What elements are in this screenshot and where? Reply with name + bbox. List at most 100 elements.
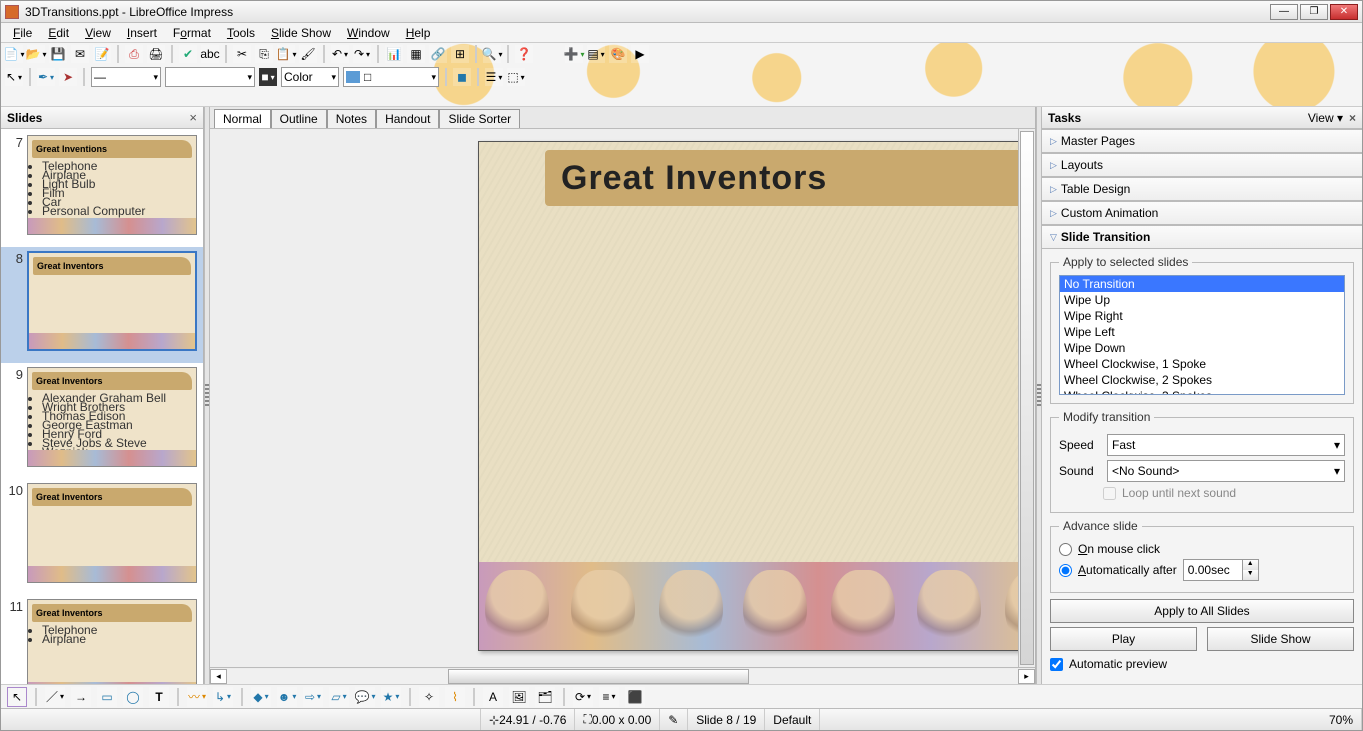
menu-format[interactable]: Format [165,24,219,42]
menu-slideshow[interactable]: Slide Show [263,24,339,42]
task-section-custom-animation[interactable]: ▷Custom Animation [1042,201,1362,225]
transition-list[interactable]: No TransitionWipe UpWipe RightWipe LeftW… [1059,275,1345,395]
fontwork-icon[interactable]: A [483,687,503,707]
tasks-panel-close-icon[interactable]: × [1349,111,1356,125]
open-icon[interactable]: 📂 [27,45,45,63]
line-width-select[interactable]: ▾ [165,67,255,87]
chart-icon[interactable]: 📊 [385,45,403,63]
zoom-icon[interactable]: 🔍 [483,45,501,63]
menu-window[interactable]: Window [339,24,398,42]
navigator-icon[interactable]: ⊞ [451,45,469,63]
spin-down-icon[interactable]: ▼ [1242,570,1258,580]
view-tab-slide-sorter[interactable]: Slide Sorter [439,109,520,128]
auto-after-radio[interactable] [1059,564,1072,577]
slideshow-button[interactable]: Slide Show [1207,627,1354,651]
arrow-style-icon[interactable]: ➤ [59,68,77,86]
play-button[interactable]: Play [1050,627,1197,651]
fill-type-select[interactable]: Color▾ [281,67,339,87]
gallery-icon[interactable]: 🗂 [535,687,555,707]
fill-color-select[interactable]: □▾ [343,67,439,87]
menu-tools[interactable]: Tools [219,24,263,42]
auto-preview-checkbox[interactable] [1050,658,1063,671]
print-icon[interactable]: 🖨 [147,45,165,63]
new-doc-icon[interactable]: 📄 [5,45,23,63]
task-section-table-design[interactable]: ▷Table Design [1042,177,1362,201]
rect-icon[interactable]: ▭ [97,687,117,707]
save-icon[interactable]: 💾 [49,45,67,63]
edit-doc-icon[interactable]: 📝 [93,45,111,63]
insert-slide-icon[interactable]: ➕ [565,45,583,63]
autospell-icon[interactable]: abc [201,45,219,63]
slide-title-bar[interactable]: Great Inventors [545,150,1035,206]
transition-option[interactable]: Wheel Clockwise, 1 Spoke [1060,356,1344,372]
minimize-button[interactable]: — [1270,4,1298,20]
status-sig[interactable]: ✎ [660,709,688,730]
menu-insert[interactable]: Insert [119,24,165,42]
slides-list[interactable]: 7Great InventionsTelephoneAirplaneLight … [1,129,203,684]
menu-file[interactable]: File [5,24,40,42]
task-section-master-pages[interactable]: ▷Master Pages [1042,129,1362,153]
symbol-shapes-icon[interactable]: ☻ [277,687,297,707]
view-tab-handout[interactable]: Handout [376,109,439,128]
rotate-icon[interactable]: ⟳ [573,687,593,707]
text-icon[interactable]: T [149,687,169,707]
spellcheck-icon[interactable]: ✔ [179,45,197,63]
transition-option[interactable]: Wheel Clockwise, 3 Spokes [1060,388,1344,395]
curve-icon[interactable]: 〰 [187,687,207,707]
menu-help[interactable]: Help [398,24,439,42]
slide-thumb-10[interactable]: 10Great Inventors [1,479,203,595]
slides-panel-close-icon[interactable]: × [189,110,197,125]
cut-icon[interactable]: ✂ [233,45,251,63]
help-icon[interactable]: ❓ [515,45,533,63]
transition-option[interactable]: Wipe Right [1060,308,1344,324]
format-paint-icon[interactable]: 🖌 [299,45,317,63]
paste-icon[interactable]: 📋 [277,45,295,63]
scroll-right-icon[interactable]: ▸ [1018,669,1035,684]
object-align-icon[interactable]: ☰ [485,68,503,86]
redo-icon[interactable]: ↷ [353,45,371,63]
status-zoom[interactable]: 70% [1321,709,1362,730]
task-section-layouts[interactable]: ▷Layouts [1042,153,1362,177]
email-icon[interactable]: ✉ [71,45,89,63]
flowchart-icon[interactable]: ▱ [329,687,349,707]
ellipse-icon[interactable]: ◯ [123,687,143,707]
slide-thumb-9[interactable]: 9Great InventorsAlexander Graham BellWri… [1,363,203,479]
copy-icon[interactable]: ⎘ [255,45,273,63]
slide-layout-icon[interactable]: ▤ [587,45,605,63]
block-arrows-icon[interactable]: ⇨ [303,687,323,707]
connector-icon[interactable]: ↳ [213,687,233,707]
sound-select[interactable]: <No Sound>▾ [1107,460,1345,482]
arrow-select-icon[interactable]: ↖ [5,68,23,86]
task-section-slide-transition[interactable]: ▽Slide Transition [1042,225,1362,249]
line-color2-icon[interactable]: ■ [259,68,277,86]
line-color-icon[interactable]: ✒ [37,68,55,86]
speed-select[interactable]: Fast▾ [1107,434,1345,456]
horizontal-scrollbar[interactable]: ◂ ▸ [210,667,1035,684]
view-tab-notes[interactable]: Notes [327,109,376,128]
spin-up-icon[interactable]: ▲ [1242,560,1258,570]
scroll-left-icon[interactable]: ◂ [210,669,227,684]
tasks-view-menu[interactable]: View ▾ [1308,111,1343,125]
slide-thumb-7[interactable]: 7Great InventionsTelephoneAirplaneLight … [1,131,203,247]
menu-edit[interactable]: Edit [40,24,77,42]
table-icon[interactable]: ▦ [407,45,425,63]
transition-option[interactable]: Wheel Clockwise, 2 Spokes [1060,372,1344,388]
slide-design-icon[interactable]: 🎨 [609,45,627,63]
align-obj-icon[interactable]: ≡ [599,687,619,707]
transition-option[interactable]: Wipe Left [1060,324,1344,340]
from-file-icon[interactable]: 🖼 [509,687,529,707]
canvas-area[interactable]: Great Inventors [210,129,1035,667]
hyperlink-icon[interactable]: 🔗 [429,45,447,63]
extrusion-icon[interactable]: ⬛ [625,687,645,707]
glue-icon[interactable]: ⌇ [445,687,465,707]
transition-option[interactable]: No Transition [1060,276,1344,292]
shadow-icon[interactable]: ◼ [453,68,471,86]
transition-option[interactable]: Wipe Down [1060,340,1344,356]
points-icon[interactable]: ✧ [419,687,439,707]
callouts-icon[interactable]: 💬 [355,687,375,707]
maximize-button[interactable]: ❐ [1300,4,1328,20]
arrange-icon[interactable]: ⬚ [507,68,525,86]
apply-all-button[interactable]: Apply to All Slides [1050,599,1354,623]
line-tool-icon[interactable]: ／ [45,687,65,707]
undo-icon[interactable]: ↶ [331,45,349,63]
